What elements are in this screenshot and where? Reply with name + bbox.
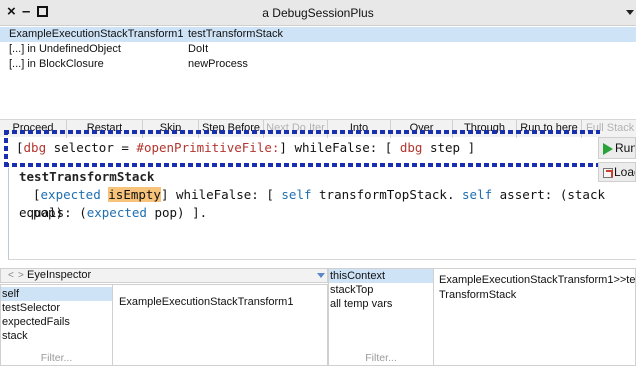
next-do-iter-button[interactable]: Next Do Iter — [264, 120, 328, 138]
stack-row-receiver: [...] in BlockClosure — [9, 58, 104, 70]
stack-row-receiver: ExampleExecutionStackTransform1 — [9, 28, 184, 40]
stack-row-method: DoIt — [188, 43, 209, 55]
code-variable: self — [462, 187, 493, 202]
script-editor[interactable]: [dbg selector = #openPrimitiveFile:] whi… — [10, 140, 598, 160]
stack-row-method: newProcess — [188, 58, 248, 70]
code-line: testTransformStack — [19, 168, 154, 186]
stack-row-receiver: [...] in UndefinedObject — [9, 43, 121, 55]
run-to-here-button[interactable]: Run to here — [517, 120, 582, 138]
code-text: pop) ]. — [146, 205, 208, 220]
script-symbol: #openPrimitiveFile: — [136, 140, 280, 155]
inspector-bar: < > EyeInspector — [0, 268, 328, 283]
code-variable: expected — [86, 205, 147, 220]
run-label: Run — [615, 141, 636, 155]
script-text: [ — [16, 140, 24, 155]
stack-row[interactable]: ExampleExecutionStackTransform1 testTran… — [0, 27, 636, 42]
highlight-border-top — [4, 130, 600, 134]
current-selector-highlight: isEmpty — [108, 187, 161, 202]
code-text: [ — [33, 187, 41, 202]
window-menu-icon[interactable] — [626, 10, 634, 15]
code-text: ] whileFalse: [ — [160, 187, 282, 202]
filter-field[interactable]: Filter... — [329, 351, 433, 365]
filter-field[interactable]: Filter... — [1, 351, 112, 365]
debugger-toolbar: Proceed Restart Skip Step Before Next Do… — [0, 119, 636, 138]
restart-button[interactable]: Restart — [67, 120, 143, 138]
method-source-pane[interactable]: testTransformStack [expected isEmpty] wh… — [8, 168, 636, 260]
list-item[interactable]: stack — [1, 329, 28, 343]
stack-row[interactable]: [...] in UndefinedObject DoIt — [0, 42, 636, 57]
inspector-selector[interactable]: EyeInspector — [27, 269, 91, 282]
stack-list: ExampleExecutionStackTransform1 testTran… — [0, 27, 636, 87]
code-variable: expected — [40, 187, 101, 202]
play-icon — [603, 142, 613, 155]
list-item[interactable]: all temp vars — [329, 297, 392, 311]
over-button[interactable]: Over — [391, 120, 453, 138]
chevron-down-icon[interactable] — [317, 273, 325, 278]
forward-button[interactable]: > — [18, 269, 24, 282]
method-name: testTransformStack — [19, 169, 155, 184]
script-text: selector = — [46, 140, 137, 155]
receiver-fields-list[interactable]: self testSelector expectedFails stack Fi… — [0, 284, 113, 366]
window-title: a DebugSessionPlus — [262, 6, 374, 20]
into-button[interactable]: Into — [328, 120, 391, 138]
step-before-button[interactable]: Step Before — [199, 120, 264, 138]
code-variable: self — [281, 187, 312, 202]
skip-button[interactable]: Skip — [143, 120, 199, 138]
full-stack-button[interactable]: Full Stack — [582, 120, 636, 138]
code-text: equals: ( — [19, 205, 87, 220]
run-button[interactable]: Run — [598, 137, 636, 159]
context-list[interactable]: thisContext stackTop all temp vars Filte… — [328, 268, 434, 366]
highlight-border-left — [4, 130, 8, 167]
script-keyword: dbg — [399, 140, 423, 155]
code-text: transformTopStack. — [311, 187, 463, 202]
list-item[interactable]: thisContext — [329, 269, 433, 283]
script-text: ] whileFalse: [ — [279, 140, 400, 155]
stack-row-method: testTransformStack — [188, 28, 283, 40]
script-keyword: dbg — [23, 140, 47, 155]
title-bar: × – a DebugSessionPlus — [0, 0, 636, 26]
proceed-button[interactable]: Proceed — [0, 120, 67, 138]
receiver-value-pane[interactable]: ExampleExecutionStackTransform1 — [113, 284, 328, 366]
code-line: equals: (expected pop) ]. — [19, 204, 207, 222]
list-item[interactable]: expectedFails — [1, 315, 70, 329]
list-item[interactable]: testSelector — [1, 301, 60, 315]
list-item[interactable]: stackTop — [329, 283, 373, 297]
field-value: ExampleExecutionStackTransform1 — [119, 296, 294, 308]
script-text: step ] — [422, 140, 476, 155]
list-item[interactable]: self — [1, 287, 112, 301]
context-value-line: TransformStack — [439, 289, 517, 301]
back-button[interactable]: < — [8, 269, 14, 282]
context-value-pane[interactable]: ExampleExecutionStackTransform1>>test Tr… — [434, 268, 636, 366]
context-value-line: ExampleExecutionStackTransform1>>test — [439, 274, 636, 286]
highlight-border-bottom — [4, 163, 636, 167]
stack-row[interactable]: [...] in BlockClosure newProcess — [0, 57, 636, 72]
through-button[interactable]: Through — [453, 120, 517, 138]
